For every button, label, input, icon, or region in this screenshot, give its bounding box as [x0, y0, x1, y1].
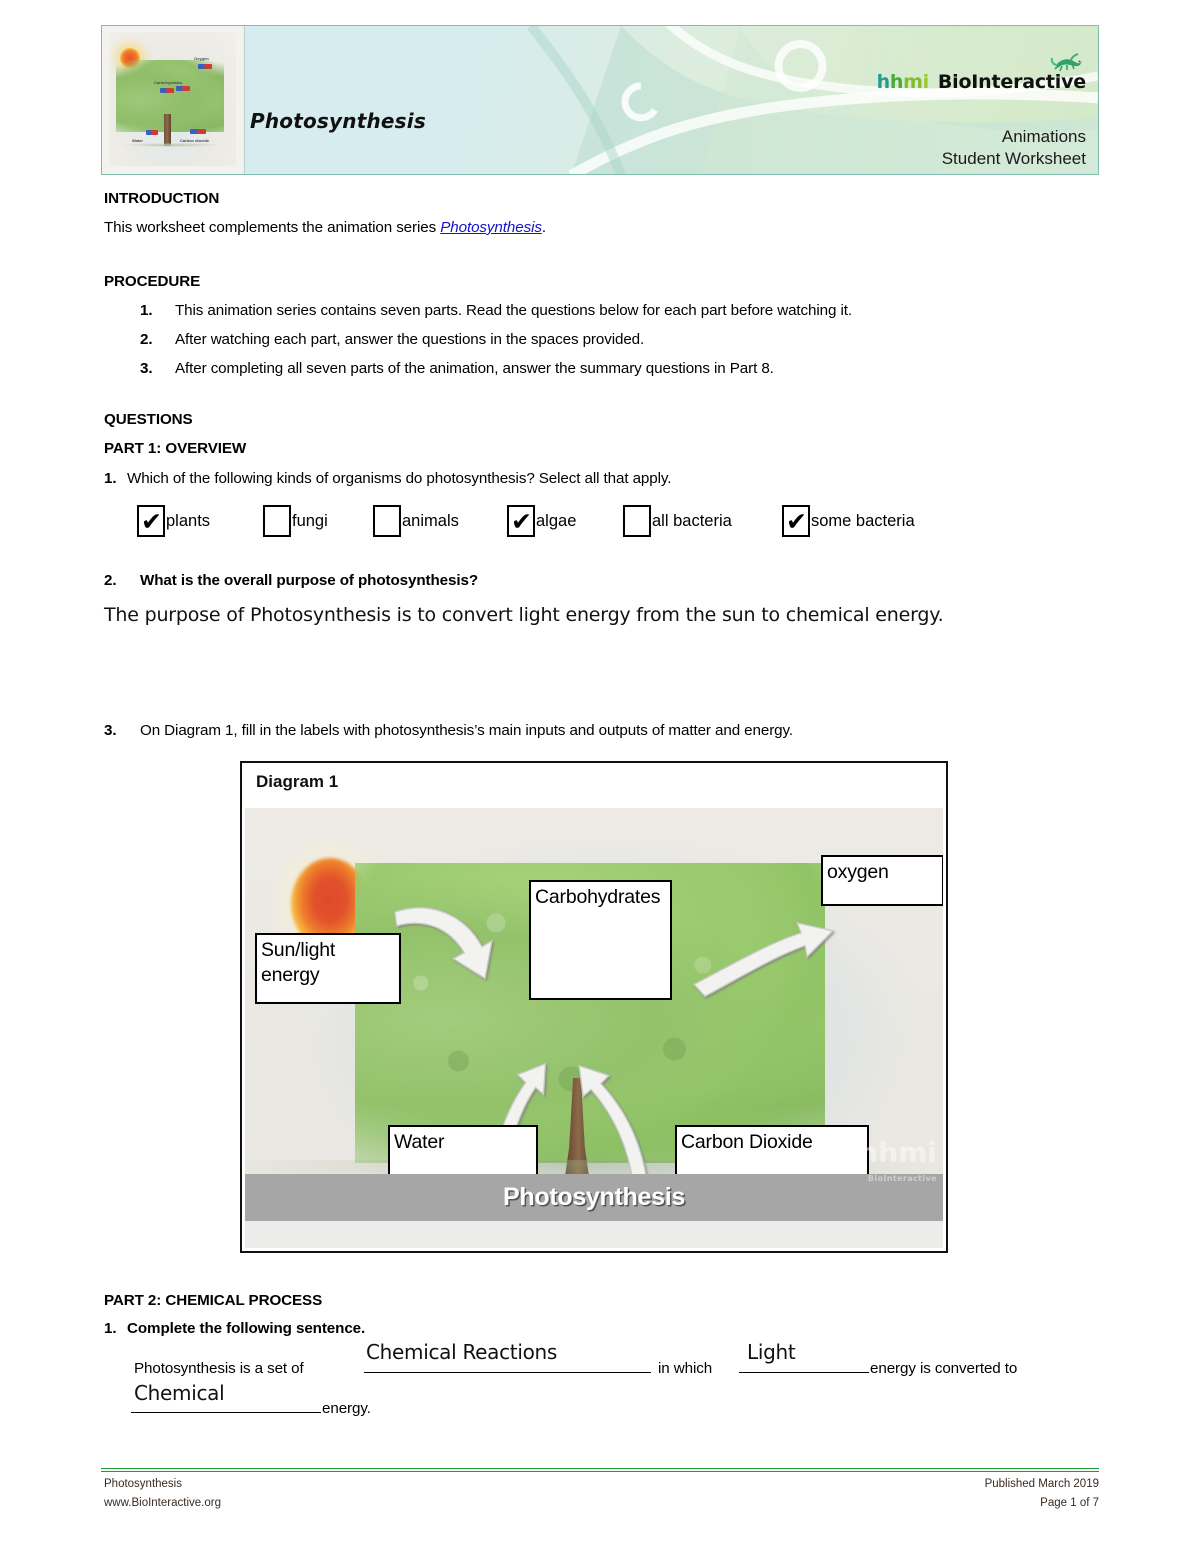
hhmi-watermark-text: hhmi [858, 1136, 937, 1169]
lizard-icon [1050, 53, 1082, 72]
blank-3-line[interactable] [131, 1412, 321, 1413]
checkbox-option-algae[interactable]: ✔ algae [507, 505, 576, 538]
thumbnail-label-oxygen: Oxygen [194, 56, 209, 61]
sentence-segment-3: energy is converted to [870, 1360, 1018, 1377]
blank-3-value[interactable]: Chemical [134, 1381, 225, 1405]
diagram-label-oxygen[interactable]: oxygen [821, 855, 943, 906]
part1-heading: PART 1: OVERVIEW [104, 440, 247, 457]
header-thumbnail-image: Oxygen Carbohydrates Water Carbon dioxid… [102, 26, 245, 174]
checkbox-plants[interactable]: ✔ [137, 505, 165, 537]
arrow-sunlight [394, 907, 493, 980]
question-1-number: 1. [104, 470, 117, 487]
procedure-item-1-number: 1. [140, 302, 153, 319]
question-2-number: 2. [104, 572, 117, 589]
arrow-carbon-dioxide [578, 1064, 648, 1181]
questions-heading: QUESTIONS [104, 411, 193, 428]
checkbox-fungi[interactable] [263, 505, 291, 537]
blank-1-value[interactable]: Chemical Reactions [366, 1340, 557, 1364]
introduction-text: This worksheet complements the animation… [104, 219, 546, 236]
procedure-item-3-text: After completing all seven parts of the … [175, 360, 774, 377]
diagram-1-container: Diagram 1 Sun/light energy Carbohydrates… [240, 761, 948, 1253]
blank-2-value[interactable]: Light [747, 1340, 796, 1364]
header-subtitle-line2: Student Worksheet [941, 149, 1086, 168]
question-2-answer[interactable]: The purpose of Photosynthesis is to conv… [104, 604, 944, 626]
checkbox-label-all-bacteria: all bacteria [652, 512, 732, 530]
diagram-illustration: Sun/light energy Carbohydrates oxygen Wa… [245, 808, 943, 1248]
hhmi-wordmark: hhmi [876, 71, 929, 93]
checkbox-algae[interactable]: ✔ [507, 505, 535, 537]
procedure-item-2-text: After watching each part, answer the que… [175, 331, 645, 348]
blank-2-line[interactable] [739, 1372, 869, 1373]
diagram-footer-strip [245, 1221, 943, 1248]
diagram-caption-text: Photosynthesis [503, 1183, 685, 1211]
diagram-label-sun-light-energy[interactable]: Sun/light energy [255, 933, 401, 1004]
checkbox-some-bacteria[interactable]: ✔ [782, 505, 810, 537]
question-2-text: What is the overall purpose of photosynt… [140, 572, 479, 589]
hhmi-biointeractive-logo: hhmi BioInteractive [876, 53, 1086, 93]
checkbox-option-fungi[interactable]: fungi [263, 505, 328, 538]
checkbox-option-plants[interactable]: ✔ plants [137, 505, 210, 538]
question-3-number: 3. [104, 722, 117, 739]
checkbox-option-all-bacteria[interactable]: all bacteria [623, 505, 732, 538]
question-1-text: Which of the following kinds of organism… [127, 470, 672, 487]
introduction-text-before: This worksheet complements the animation… [104, 219, 441, 236]
arrow-oxygen [692, 921, 835, 998]
checkbox-animals[interactable] [373, 505, 401, 537]
part2-question-1-number: 1. [104, 1320, 117, 1337]
footer-right-line1: Published March 2019 [984, 1478, 1099, 1490]
check-mark-plants: ✔ [141, 507, 162, 536]
checkbox-label-some-bacteria: some bacteria [811, 512, 915, 530]
check-mark-some-bacteria: ✔ [786, 507, 807, 536]
blank-1-line[interactable] [364, 1372, 651, 1373]
sentence-segment-2: in which [658, 1360, 713, 1377]
checkbox-label-algae: algae [536, 512, 577, 530]
page-header-banner: Oxygen Carbohydrates Water Carbon dioxid… [101, 25, 1099, 175]
diagram-label-carbohydrates[interactable]: Carbohydrates [529, 880, 672, 1000]
sentence-segment-1: Photosynthesis is a set of [134, 1360, 304, 1377]
worksheet-title: Photosynthesis [250, 109, 426, 133]
diagram-caption-bar: Photosynthesis hhmi BioInteractive [245, 1139, 943, 1221]
procedure-item-3-number: 3. [140, 360, 153, 377]
footer-left-line2[interactable]: www.BioInteractive.org [104, 1497, 221, 1509]
footer-right-line2: Page 1 of 7 [1040, 1497, 1099, 1509]
introduction-text-after: . [541, 219, 546, 236]
procedure-heading: PROCEDURE [104, 273, 201, 290]
hhmi-watermark: hhmi BioInteractive [858, 1139, 937, 1192]
checkbox-all-bacteria[interactable] [623, 505, 651, 537]
checkbox-label-plants: plants [166, 512, 211, 530]
footer-left-line1: Photosynthesis [104, 1478, 182, 1490]
header-subtitle-line1: Animations [1001, 127, 1086, 146]
sentence-segment-4: energy. [322, 1400, 371, 1417]
checkbox-option-some-bacteria[interactable]: ✔ some bacteria [782, 505, 915, 538]
checkbox-label-fungi: fungi [292, 512, 328, 530]
checkbox-label-animals: animals [402, 512, 459, 530]
thumbnail-label-water: Water [132, 138, 143, 143]
footer-divider [101, 1468, 1099, 1472]
checkbox-option-animals[interactable]: animals [373, 505, 459, 538]
hhmi-watermark-subtext: BioInteractive [867, 1174, 937, 1183]
procedure-item-1-text: This animation series contains seven par… [175, 302, 852, 319]
question-3-text: On Diagram 1, fill in the labels with ph… [140, 722, 793, 739]
check-mark-algae: ✔ [511, 507, 532, 536]
photosynthesis-link[interactable]: Photosynthesis [440, 219, 542, 236]
diagram-title: Diagram 1 [256, 772, 339, 791]
procedure-item-2-number: 2. [140, 331, 153, 348]
introduction-heading: INTRODUCTION [104, 190, 220, 207]
thumbnail-label-co2: Carbon dioxide [180, 138, 210, 143]
part2-heading: PART 2: CHEMICAL PROCESS [104, 1292, 323, 1309]
thumbnail-label-carbs: Carbohydrates [154, 80, 183, 85]
part2-question-1-text: Complete the following sentence. [127, 1320, 366, 1337]
header-subtitle: Animations Student Worksheet [942, 126, 1086, 170]
